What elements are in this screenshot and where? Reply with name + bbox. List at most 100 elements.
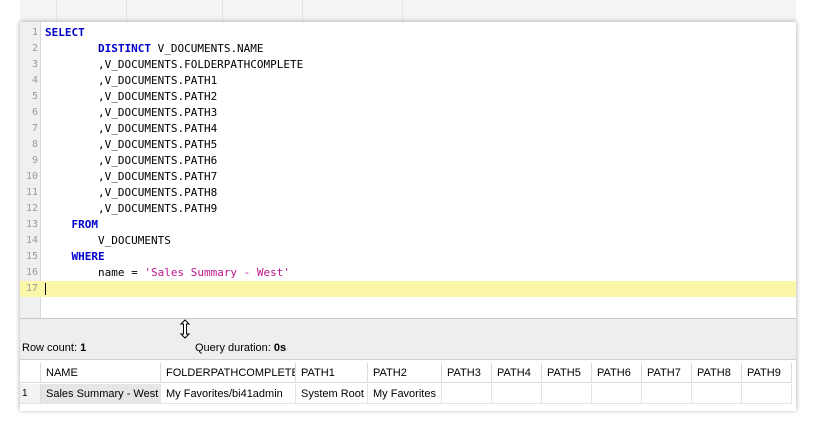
grid-cell[interactable]: My Favorites/bi41admin (161, 384, 296, 404)
column-header-path7[interactable]: PATH7 (642, 363, 692, 383)
grid-cell[interactable] (642, 384, 692, 404)
row-count-value: 1 (80, 342, 87, 354)
code-text: ,V_DOCUMENTS.PATH3 (45, 105, 217, 121)
code-text: ,V_DOCUMENTS.PATH6 (45, 153, 217, 169)
code-text: ,V_DOCUMENTS.PATH7 (45, 169, 217, 185)
grid-cell[interactable] (592, 384, 642, 404)
column-header-path4[interactable]: PATH4 (492, 363, 542, 383)
line-number: 8 (31, 139, 38, 150)
sql-text: ,V_DOCUMENTS.PATH9 (45, 202, 218, 215)
line-number: 16 (25, 267, 38, 278)
code-line[interactable]: 14 V_DOCUMENTS (20, 233, 796, 249)
code-line[interactable]: 11 ,V_DOCUMENTS.PATH8 (20, 185, 796, 201)
results-grid[interactable]: NAME FOLDERPATHCOMPLETE PATH1 PATH2 PATH3 PAT… (20, 359, 796, 411)
sql-keyword: DISTINCT (97, 42, 151, 55)
sql-keyword: SELECT (45, 26, 85, 39)
code-line[interactable]: 13 FROM (20, 217, 796, 233)
sql-text: ,V_DOCUMENTS.PATH3 (45, 106, 218, 119)
strip-segment (20, 0, 57, 22)
code-text: ,V_DOCUMENTS.PATH2 (45, 89, 217, 105)
code-line[interactable]: 10 ,V_DOCUMENTS.PATH7 (20, 169, 796, 185)
code-line[interactable]: 16 name = 'Sales Summary - West' (20, 265, 796, 281)
column-header-name[interactable]: NAME (41, 363, 161, 383)
code-text: V_DOCUMENTS (45, 233, 171, 249)
row-count: Row count: 1 (22, 342, 86, 354)
column-header-path2[interactable]: PATH2 (368, 363, 442, 383)
code-text: DISTINCT V_DOCUMENTS.NAME (45, 41, 264, 57)
row-count-label: Row count: (22, 342, 78, 354)
sql-text: ,V_DOCUMENTS.PATH2 (45, 90, 218, 103)
code-line[interactable]: 9 ,V_DOCUMENTS.PATH6 (20, 153, 796, 169)
grid-cell[interactable] (742, 384, 792, 404)
grid-cell[interactable] (542, 384, 592, 404)
grid-cell[interactable]: System Root (296, 384, 368, 404)
sql-keyword: FROM (71, 218, 99, 231)
code-line[interactable]: 15 WHERE (20, 249, 796, 265)
line-number: 6 (31, 107, 38, 118)
code-line[interactable]: 1 SELECT (20, 25, 796, 41)
column-header-path8[interactable]: PATH8 (692, 363, 742, 383)
row-number[interactable]: 1 (20, 384, 41, 404)
code-line[interactable]: 6 ,V_DOCUMENTS.PATH3 (20, 105, 796, 121)
background-column-strip (20, 0, 796, 22)
code-text: SELECT (45, 25, 85, 41)
line-number: 13 (25, 219, 38, 230)
strip-segment (302, 0, 403, 22)
code-text: ,V_DOCUMENTS.FOLDERPATHCOMPLETE (45, 57, 303, 73)
code-line[interactable]: 2 DISTINCT V_DOCUMENTS.NAME (20, 41, 796, 57)
sql-text: V_DOCUMENTS.NAME (150, 42, 264, 55)
code-line[interactable]: 12 ,V_DOCUMENTS.PATH9 (20, 201, 796, 217)
line-number: 1 (31, 27, 38, 38)
column-header-path9[interactable]: PATH9 (742, 363, 792, 383)
column-header-path5[interactable]: PATH5 (542, 363, 592, 383)
line-number: 17 (25, 283, 38, 294)
grid-cell[interactable] (492, 384, 542, 404)
line-number: 11 (25, 187, 38, 198)
sql-text: ,V_DOCUMENTS.PATH1 (45, 74, 218, 87)
sql-editor[interactable]: 1 SELECT 2 DISTINCT V_DOCUMENTS.NAME 3 ,V_D… (20, 22, 796, 318)
sql-query-window: 1 SELECT 2 DISTINCT V_DOCUMENTS.NAME 3 ,V_D… (0, 0, 815, 430)
code-text: ,V_DOCUMENTS.PATH4 (45, 121, 217, 137)
line-number: 15 (25, 251, 38, 262)
grid-cell[interactable] (692, 384, 742, 404)
strip-segment (222, 0, 303, 22)
sql-text: ,V_DOCUMENTS.FOLDERPATHCOMPLETE (45, 58, 304, 71)
line-number: 14 (25, 235, 38, 246)
line-number: 7 (31, 123, 38, 134)
line-number: 2 (31, 43, 38, 54)
column-header-folderpathcomplete[interactable]: FOLDERPATHCOMPLETE (161, 363, 296, 383)
grid-cell[interactable]: My Favorites (368, 384, 442, 404)
code-line[interactable]: 8 ,V_DOCUMENTS.PATH5 (20, 137, 796, 153)
line-number: 12 (25, 203, 38, 214)
sql-keyword: WHERE (71, 250, 105, 263)
query-stats-bar: Row count: 1 Query duration: 0s (20, 336, 796, 358)
line-number: 9 (31, 155, 38, 166)
column-header-path6[interactable]: PATH6 (592, 363, 642, 383)
code-text: name = 'Sales Summary - West' (45, 265, 290, 281)
text-caret (45, 283, 46, 295)
code-text: ,V_DOCUMENTS.PATH9 (45, 201, 217, 217)
code-line[interactable]: 7 ,V_DOCUMENTS.PATH4 (20, 121, 796, 137)
grid-cell[interactable]: Sales Summary - West (41, 384, 161, 404)
query-duration: Query duration: 0s (195, 342, 286, 354)
column-header-path3[interactable]: PATH3 (442, 363, 492, 383)
sql-text: ,V_DOCUMENTS.PATH5 (45, 138, 218, 151)
sql-text: ,V_DOCUMENTS.PATH8 (45, 186, 218, 199)
code-text: ,V_DOCUMENTS.PATH5 (45, 137, 217, 153)
code-line[interactable]: 5 ,V_DOCUMENTS.PATH2 (20, 89, 796, 105)
grid-cell[interactable] (442, 384, 492, 404)
sql-text: name = (45, 266, 145, 279)
code-line[interactable]: 4 ,V_DOCUMENTS.PATH1 (20, 73, 796, 89)
query-panel: 1 SELECT 2 DISTINCT V_DOCUMENTS.NAME 3 ,V_D… (20, 22, 796, 411)
code-line[interactable]: 3 ,V_DOCUMENTS.FOLDERPATHCOMPLETE (20, 57, 796, 73)
line-number: 4 (31, 75, 38, 86)
strip-segment (126, 0, 223, 22)
line-number: 10 (25, 171, 38, 182)
grid-corner-header (20, 363, 41, 383)
column-header-path1[interactable]: PATH1 (296, 363, 368, 383)
sql-text: ,V_DOCUMENTS.PATH6 (45, 154, 218, 167)
code-line[interactable]: 17 (20, 281, 796, 297)
query-duration-value: 0s (273, 342, 287, 354)
